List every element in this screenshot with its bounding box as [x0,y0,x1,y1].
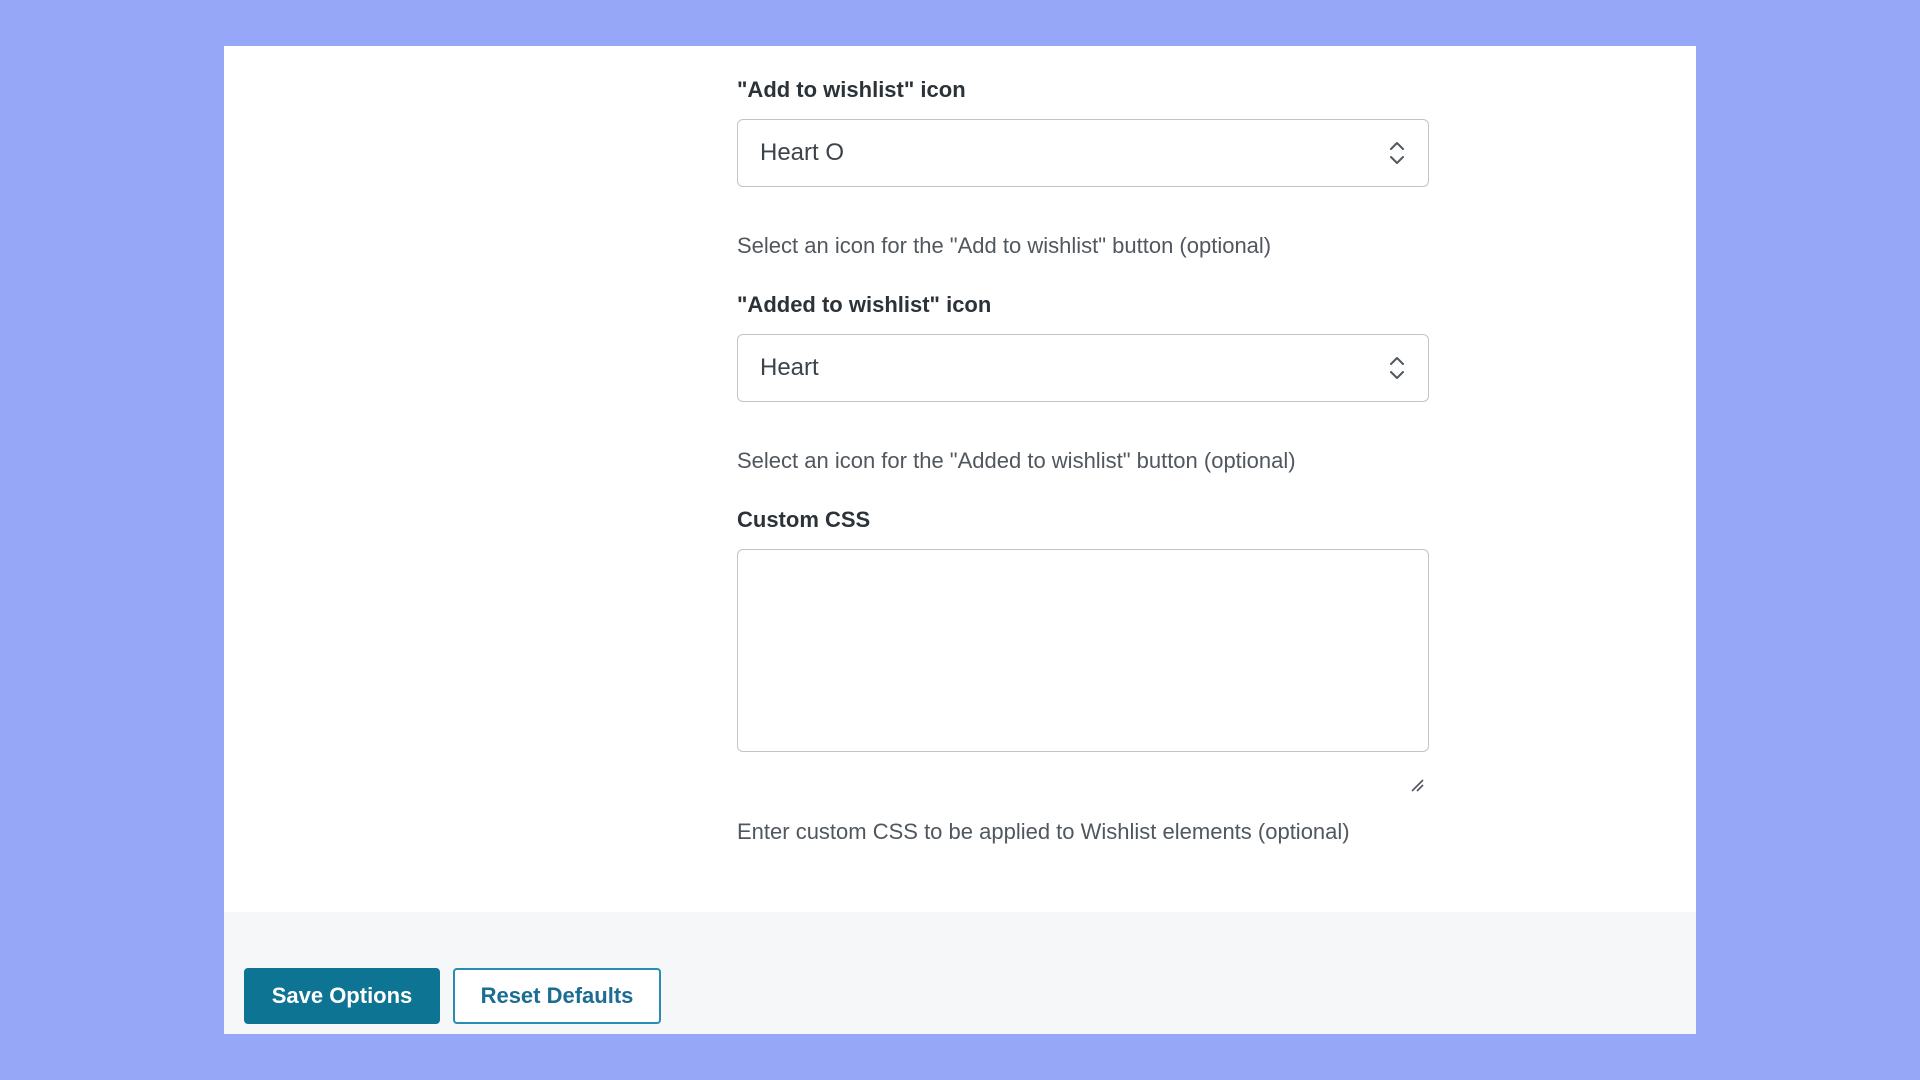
add-to-wishlist-icon-label: "Add to wishlist" icon [737,77,966,102]
custom-css-field: Custom CSS Enter custom CSS to be applie… [737,506,1429,856]
added-to-wishlist-icon-select[interactable]: Heart [737,334,1429,402]
chevron-up-down-icon [1390,357,1404,379]
added-to-wishlist-icon-value: Heart [760,354,819,381]
add-to-wishlist-icon-select[interactable]: Heart O [737,119,1429,187]
settings-footer [224,912,1696,1034]
added-to-wishlist-icon-field: "Added to wishlist" icon Heart Select an… [737,291,1429,491]
resize-grip-icon[interactable] [1410,778,1424,792]
save-options-button[interactable]: Save Options [244,968,440,1024]
custom-css-textarea[interactable] [737,549,1429,752]
custom-css-label: Custom CSS [737,507,871,532]
add-to-wishlist-icon-value: Heart O [760,139,845,166]
add-to-wishlist-icon-help: Select an icon for the "Add to wishlist"… [737,233,1272,258]
settings-content: "Add to wishlist" icon Heart O Select an… [224,46,1696,912]
added-to-wishlist-icon-help: Select an icon for the "Added to wishlis… [737,448,1296,473]
added-to-wishlist-icon-label: "Added to wishlist" icon [737,292,992,317]
settings-panel: "Add to wishlist" icon Heart O Select an… [224,46,1696,1034]
chevron-up-down-icon [1390,142,1404,164]
reset-defaults-button[interactable]: Reset Defaults [453,968,661,1024]
add-to-wishlist-icon-field: "Add to wishlist" icon Heart O Select an… [737,76,1429,276]
custom-css-help: Enter custom CSS to be applied to Wishli… [737,819,1350,844]
